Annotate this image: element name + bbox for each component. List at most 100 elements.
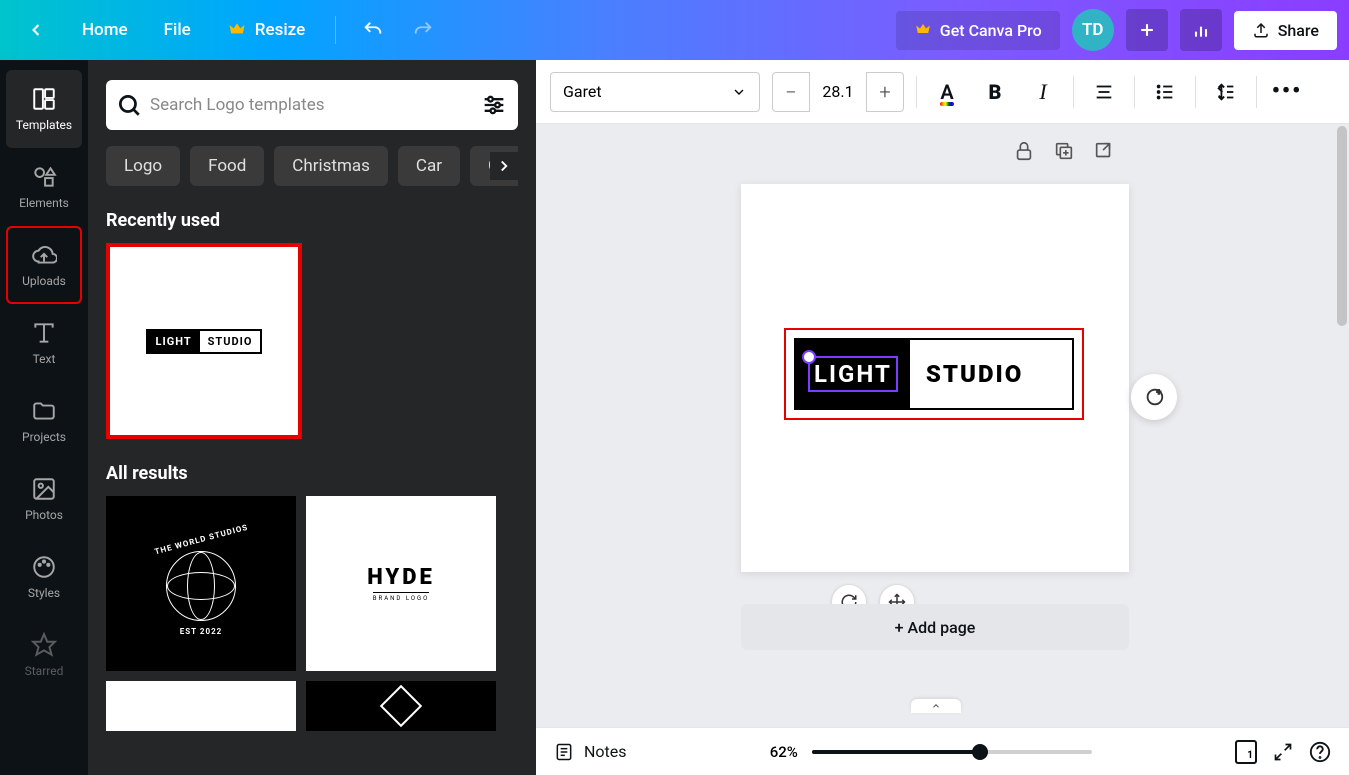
editor-area: Garet − + A B I xyxy=(536,60,1349,775)
template-thumb-4[interactable] xyxy=(306,681,496,731)
chips-next-button[interactable] xyxy=(490,152,518,180)
template-panel: Logo Food Christmas Car Gaming Recently … xyxy=(88,60,536,775)
comment-fab[interactable]: + xyxy=(1131,374,1177,420)
chevron-left-icon xyxy=(26,20,46,40)
templates-icon xyxy=(31,86,57,112)
canvas-area[interactable]: LIGHT STUDIO xyxy=(536,124,1349,727)
page-indicator[interactable]: 1 xyxy=(1235,740,1257,764)
rail-text[interactable]: Text xyxy=(6,304,82,382)
list-button[interactable] xyxy=(1147,74,1183,110)
rail-projects[interactable]: Projects xyxy=(6,382,82,460)
plus-icon xyxy=(1137,20,1157,40)
divider xyxy=(1134,76,1135,108)
analytics-button[interactable] xyxy=(1180,9,1222,51)
rail-elements[interactable]: Elements xyxy=(6,148,82,226)
divider xyxy=(1256,76,1257,108)
bold-button[interactable]: B xyxy=(977,74,1013,110)
collapse-tab[interactable] xyxy=(911,699,961,713)
file-label: File xyxy=(164,20,191,40)
italic-button[interactable]: I xyxy=(1025,74,1061,110)
undo-button[interactable] xyxy=(352,9,394,51)
search-input[interactable] xyxy=(150,95,480,115)
chart-icon xyxy=(1191,20,1211,40)
filter-icon[interactable] xyxy=(480,91,508,119)
size-increase-button[interactable]: + xyxy=(867,72,903,112)
notes-button[interactable]: Notes xyxy=(554,742,627,762)
rail-label: Projects xyxy=(22,430,66,444)
file-button[interactable]: File xyxy=(150,12,205,48)
spacing-button[interactable] xyxy=(1208,74,1244,110)
lock-icon[interactable] xyxy=(1013,140,1035,162)
chip-car[interactable]: Car xyxy=(398,146,460,186)
chevron-down-icon xyxy=(731,84,747,100)
avatar[interactable]: TD xyxy=(1072,9,1114,51)
rail-photos[interactable]: Photos xyxy=(6,460,82,538)
font-name: Garet xyxy=(563,82,602,101)
zoom-slider[interactable] xyxy=(812,750,1092,754)
resize-button[interactable]: Resize xyxy=(213,12,319,48)
export-icon[interactable] xyxy=(1093,140,1115,162)
redo-button[interactable] xyxy=(402,9,444,51)
template-thumb-3[interactable] xyxy=(106,681,296,731)
image-icon xyxy=(31,476,57,502)
add-page-button[interactable]: + Add page xyxy=(741,604,1129,650)
recently-used-heading: Recently used xyxy=(106,210,518,231)
rail-templates[interactable]: Templates xyxy=(6,70,82,148)
share-button[interactable]: Share xyxy=(1234,11,1337,50)
list-icon xyxy=(1154,81,1176,103)
world-est: EST 2022 xyxy=(180,627,223,636)
star-icon xyxy=(31,632,57,658)
home-label: Home xyxy=(82,20,128,40)
editor-footer: Notes 62% 1 xyxy=(536,727,1349,775)
font-select[interactable]: Garet xyxy=(550,72,760,112)
rail-label: Photos xyxy=(25,508,63,522)
divider xyxy=(335,16,336,44)
svg-text:+: + xyxy=(1157,387,1161,396)
side-rail: Templates Elements Uploads Text Projects… xyxy=(0,60,88,775)
home-button[interactable]: Home xyxy=(68,12,142,48)
fullscreen-icon[interactable] xyxy=(1273,742,1293,762)
rail-styles[interactable]: Styles xyxy=(6,538,82,616)
chip-logo[interactable]: Logo xyxy=(106,146,180,186)
size-decrease-button[interactable]: − xyxy=(773,72,809,112)
avatar-initials: TD xyxy=(1082,20,1104,40)
help-icon[interactable] xyxy=(1309,741,1331,763)
selection-frame[interactable]: LIGHT STUDIO xyxy=(784,328,1084,420)
duplicate-icon[interactable] xyxy=(1053,140,1075,162)
text-color-button[interactable]: A xyxy=(929,74,965,110)
zoom-label: 62% xyxy=(770,743,798,761)
redo-icon xyxy=(412,19,434,41)
hyde-sub: BRAND LOGO xyxy=(373,592,429,602)
back-button[interactable] xyxy=(12,12,60,48)
text-element-light[interactable]: LIGHT xyxy=(808,356,898,392)
font-size-input[interactable] xyxy=(809,72,867,112)
get-pro-button[interactable]: Get Canva Pro xyxy=(896,11,1060,50)
uploads-icon xyxy=(31,242,57,268)
text-toolbar: Garet − + A B I xyxy=(536,60,1349,124)
rail-starred[interactable]: Starred xyxy=(6,616,82,694)
canvas-page[interactable]: LIGHT STUDIO xyxy=(741,184,1129,572)
chip-christmas[interactable]: Christmas xyxy=(274,146,388,186)
chip-food[interactable]: Food xyxy=(190,146,264,186)
selection-handle[interactable] xyxy=(802,350,816,364)
template-hyde[interactable]: HYDE BRAND LOGO xyxy=(306,496,496,671)
slider-thumb[interactable] xyxy=(972,744,988,760)
rail-label: Templates xyxy=(16,118,72,132)
text-element-studio[interactable]: STUDIO xyxy=(910,360,1072,388)
align-button[interactable] xyxy=(1086,74,1122,110)
more-button[interactable]: ••• xyxy=(1269,74,1305,110)
recent-template-thumb[interactable]: LIGHT STUDIO xyxy=(106,243,302,439)
logo-element[interactable]: LIGHT STUDIO xyxy=(794,338,1074,410)
rail-label: Elements xyxy=(19,196,69,210)
notes-label: Notes xyxy=(584,742,627,761)
add-button[interactable] xyxy=(1126,9,1168,51)
divider xyxy=(1073,76,1074,108)
template-world-studios[interactable]: THE WORLD STUDIOS EST 2022 xyxy=(106,496,296,671)
elements-icon xyxy=(31,164,57,190)
crown-icon xyxy=(227,20,247,40)
rail-uploads[interactable]: Uploads xyxy=(6,226,82,304)
crown-icon xyxy=(914,21,932,39)
text-color-icon: A xyxy=(940,80,953,104)
vertical-scrollbar[interactable] xyxy=(1337,124,1347,727)
palette-icon xyxy=(31,554,57,580)
